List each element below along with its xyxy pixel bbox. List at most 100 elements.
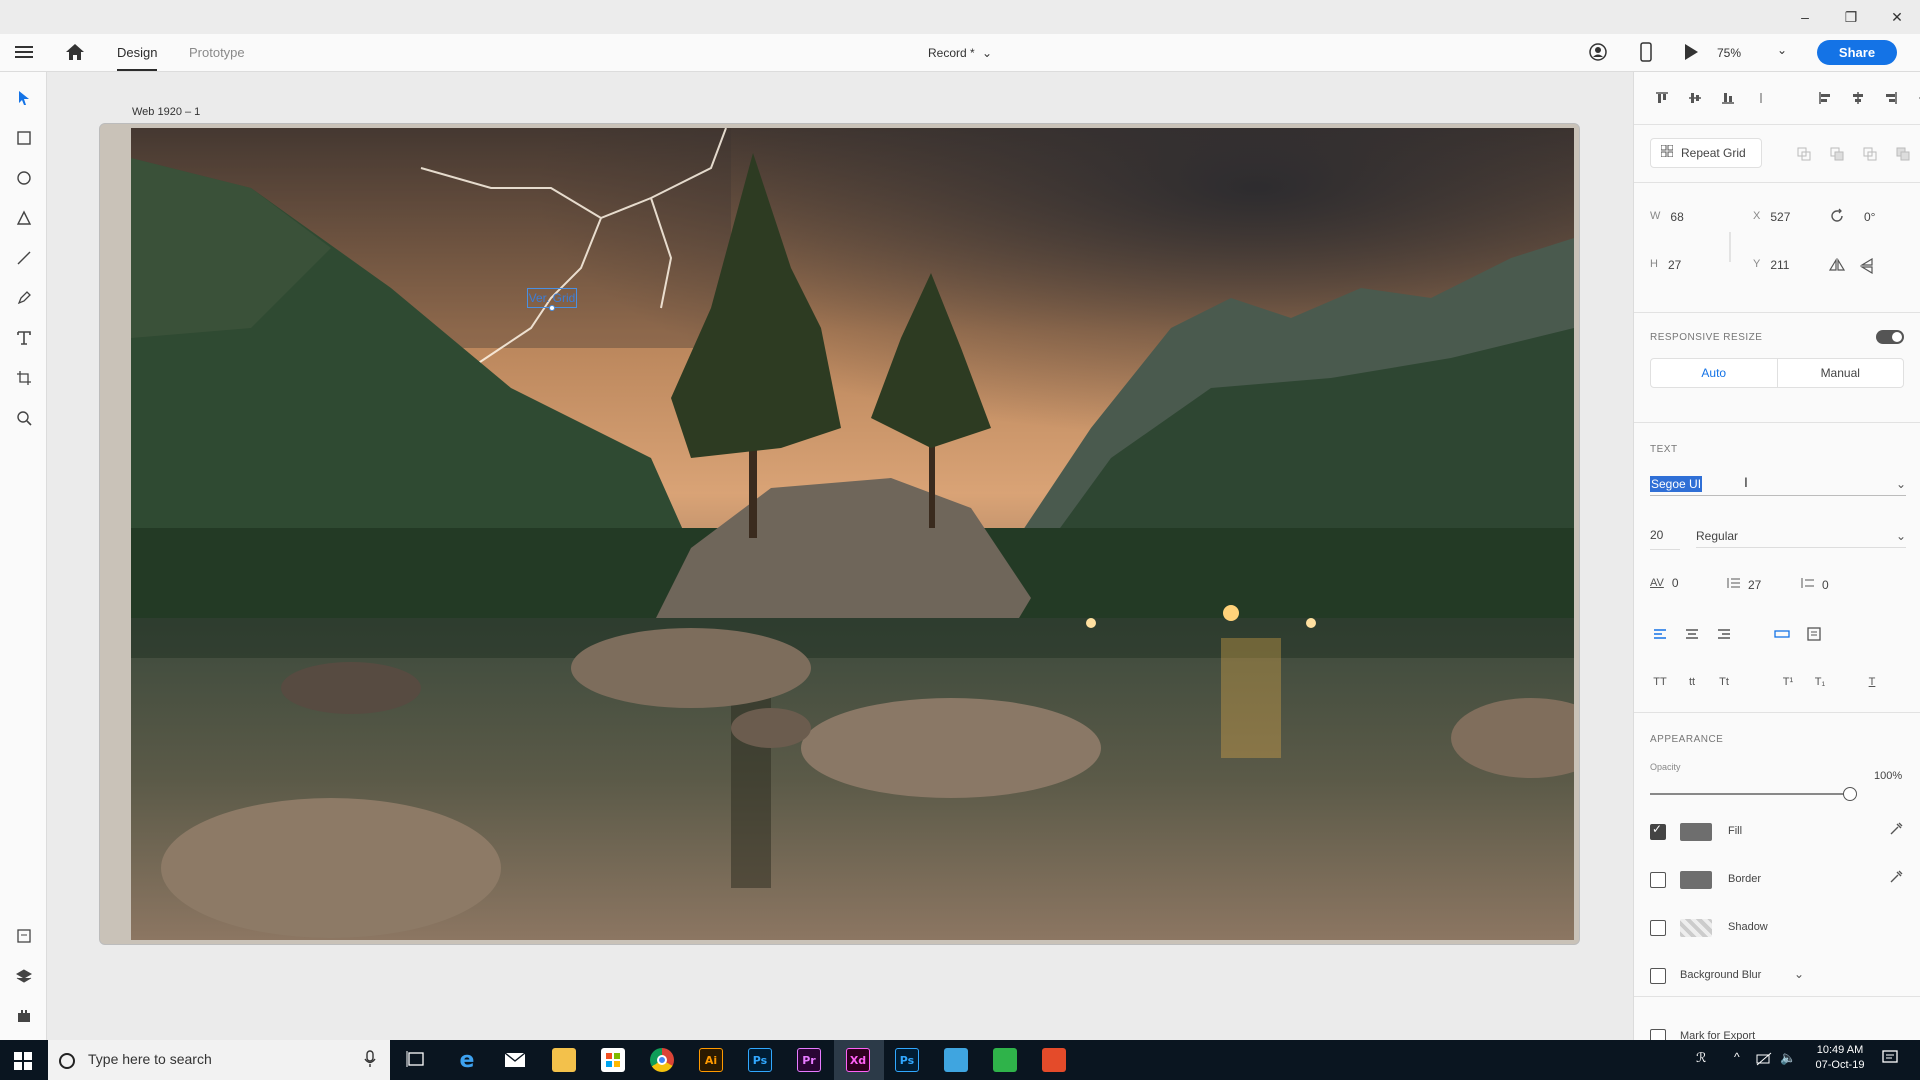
titlecase-icon[interactable]: Tt [1714, 672, 1734, 692]
lowercase-icon[interactable]: tt [1682, 672, 1702, 692]
intersect-icon[interactable] [1860, 144, 1880, 164]
resize-auto-button[interactable]: Auto [1651, 359, 1778, 387]
windows-start-icon[interactable] [14, 1052, 32, 1075]
font-weight-dropdown[interactable]: Regular ⌄ [1696, 524, 1906, 548]
line-spacing-field[interactable]: 27 [1726, 576, 1761, 594]
distribute-horizontal-icon[interactable] [1914, 88, 1920, 108]
zoom-level[interactable]: 75% [1717, 34, 1741, 72]
artboard-label[interactable]: Web 1920 – 1 [132, 106, 200, 118]
char-spacing-field[interactable]: AV 0 [1650, 576, 1679, 590]
paragraph-spacing-field[interactable]: 0 [1800, 576, 1829, 594]
microphone-icon[interactable] [364, 1050, 376, 1073]
text-align-center-icon[interactable] [1682, 624, 1702, 644]
fixed-size-icon[interactable] [1804, 624, 1824, 644]
eyedropper-icon[interactable] [1889, 822, 1903, 841]
home-icon[interactable] [65, 43, 85, 66]
share-button[interactable]: Share [1817, 40, 1897, 65]
hamburger-menu-icon[interactable] [15, 44, 33, 65]
mail-icon[interactable] [503, 1048, 527, 1072]
eyedropper-icon[interactable] [1889, 870, 1903, 889]
x-field[interactable]: X 527 [1753, 210, 1790, 224]
clock[interactable]: 10:49 AM 07-Oct-19 [1808, 1044, 1872, 1071]
recorder-icon[interactable] [1042, 1048, 1066, 1072]
subscript-icon[interactable]: T₁ [1810, 672, 1830, 692]
shadow-checkbox[interactable] [1650, 920, 1666, 936]
resize-manual-button[interactable]: Manual [1778, 359, 1904, 387]
exclude-icon[interactable] [1893, 144, 1913, 164]
user-icon[interactable] [1589, 43, 1607, 66]
polygon-tool-icon[interactable] [10, 204, 37, 231]
text-tool-icon[interactable] [10, 324, 37, 351]
opacity-thumb[interactable] [1843, 787, 1857, 801]
plugins-panel-icon[interactable] [10, 1002, 37, 1029]
zoom-tool-icon[interactable] [10, 404, 37, 431]
superscript-icon[interactable]: T¹ [1778, 672, 1798, 692]
border-checkbox[interactable] [1650, 872, 1666, 888]
union-icon[interactable] [1794, 144, 1814, 164]
shadow-swatch[interactable] [1680, 919, 1712, 937]
layers-panel-icon[interactable] [10, 962, 37, 989]
responsive-resize-toggle[interactable] [1876, 330, 1904, 344]
repeat-grid-button[interactable]: Repeat Grid [1650, 138, 1762, 168]
photoshop-app-icon[interactable]: Ps [748, 1048, 772, 1072]
y-field[interactable]: Y 211 [1753, 258, 1789, 272]
file-explorer-icon[interactable] [552, 1048, 576, 1072]
camtasia-icon[interactable] [993, 1048, 1017, 1072]
align-center-icon[interactable] [1848, 88, 1868, 108]
rotation-field[interactable]: 0° [1864, 210, 1875, 224]
device-preview-icon[interactable] [1639, 42, 1653, 67]
edge-browser-icon[interactable]: e [455, 1048, 479, 1073]
flip-horizontal-icon[interactable] [1828, 257, 1846, 277]
height-field[interactable]: H 27 [1650, 258, 1681, 272]
align-right-icon[interactable] [1881, 88, 1901, 108]
font-size-field[interactable]: 20 [1650, 528, 1680, 550]
document-title[interactable]: Record * ⌄ [928, 34, 992, 72]
store-icon[interactable] [601, 1048, 625, 1072]
minimize-button[interactable]: – [1782, 0, 1828, 34]
line-tool-icon[interactable] [10, 244, 37, 271]
pen-tool-icon[interactable] [10, 284, 37, 311]
close-button[interactable]: ✕ [1874, 0, 1920, 34]
people-icon[interactable]: ℛ [1696, 1050, 1706, 1066]
distribute-vertical-icon[interactable] [1751, 88, 1771, 108]
photoshop-app-icon-2[interactable]: Ps [895, 1048, 919, 1072]
chevron-up-icon[interactable]: ^ [1734, 1050, 1740, 1064]
assets-panel-icon[interactable] [10, 922, 37, 949]
illustrator-app-icon[interactable]: Ai [699, 1048, 723, 1072]
rectangle-tool-icon[interactable] [10, 124, 37, 151]
zoom-chevron-icon[interactable]: ⌄ [1777, 43, 1787, 57]
chrome-icon[interactable] [650, 1048, 674, 1072]
mark-for-export-checkbox[interactable] [1650, 1029, 1666, 1040]
auto-width-icon[interactable] [1772, 624, 1792, 644]
premiere-app-icon[interactable]: Pr [797, 1048, 821, 1072]
opacity-slider[interactable] [1650, 786, 1857, 802]
task-view-icon[interactable] [406, 1050, 426, 1073]
background-blur-checkbox[interactable] [1650, 968, 1666, 984]
text-align-left-icon[interactable] [1650, 624, 1670, 644]
border-color-swatch[interactable] [1680, 871, 1712, 889]
chevron-down-icon[interactable]: ⌄ [1794, 967, 1804, 981]
notifications-icon[interactable] [1882, 1050, 1898, 1071]
align-bottom-icon[interactable] [1718, 88, 1738, 108]
align-middle-icon[interactable] [1685, 88, 1705, 108]
font-family-dropdown[interactable]: Segoe UI ⌄ [1650, 472, 1906, 496]
restore-button[interactable]: ❐ [1828, 0, 1874, 34]
tab-prototype[interactable]: Prototype [189, 34, 245, 72]
width-field[interactable]: W 68 [1650, 210, 1684, 224]
artboard-tool-icon[interactable] [10, 364, 37, 391]
ellipse-tool-icon[interactable] [10, 164, 37, 191]
play-preview-icon[interactable] [1683, 43, 1699, 66]
align-left-icon[interactable] [1815, 88, 1835, 108]
text-align-right-icon[interactable] [1714, 624, 1734, 644]
fill-color-swatch[interactable] [1680, 823, 1712, 841]
xd-app-icon[interactable]: Xd [846, 1048, 870, 1072]
select-tool-icon[interactable] [10, 84, 37, 111]
tab-design[interactable]: Design [117, 34, 157, 72]
network-icon[interactable] [1756, 1052, 1772, 1071]
remote-desktop-icon[interactable] [944, 1048, 968, 1072]
align-top-icon[interactable] [1652, 88, 1672, 108]
underline-icon[interactable]: T [1862, 672, 1882, 692]
subtract-icon[interactable] [1827, 144, 1847, 164]
opacity-value[interactable]: 100% [1874, 770, 1902, 782]
uppercase-icon[interactable]: TT [1650, 672, 1670, 692]
